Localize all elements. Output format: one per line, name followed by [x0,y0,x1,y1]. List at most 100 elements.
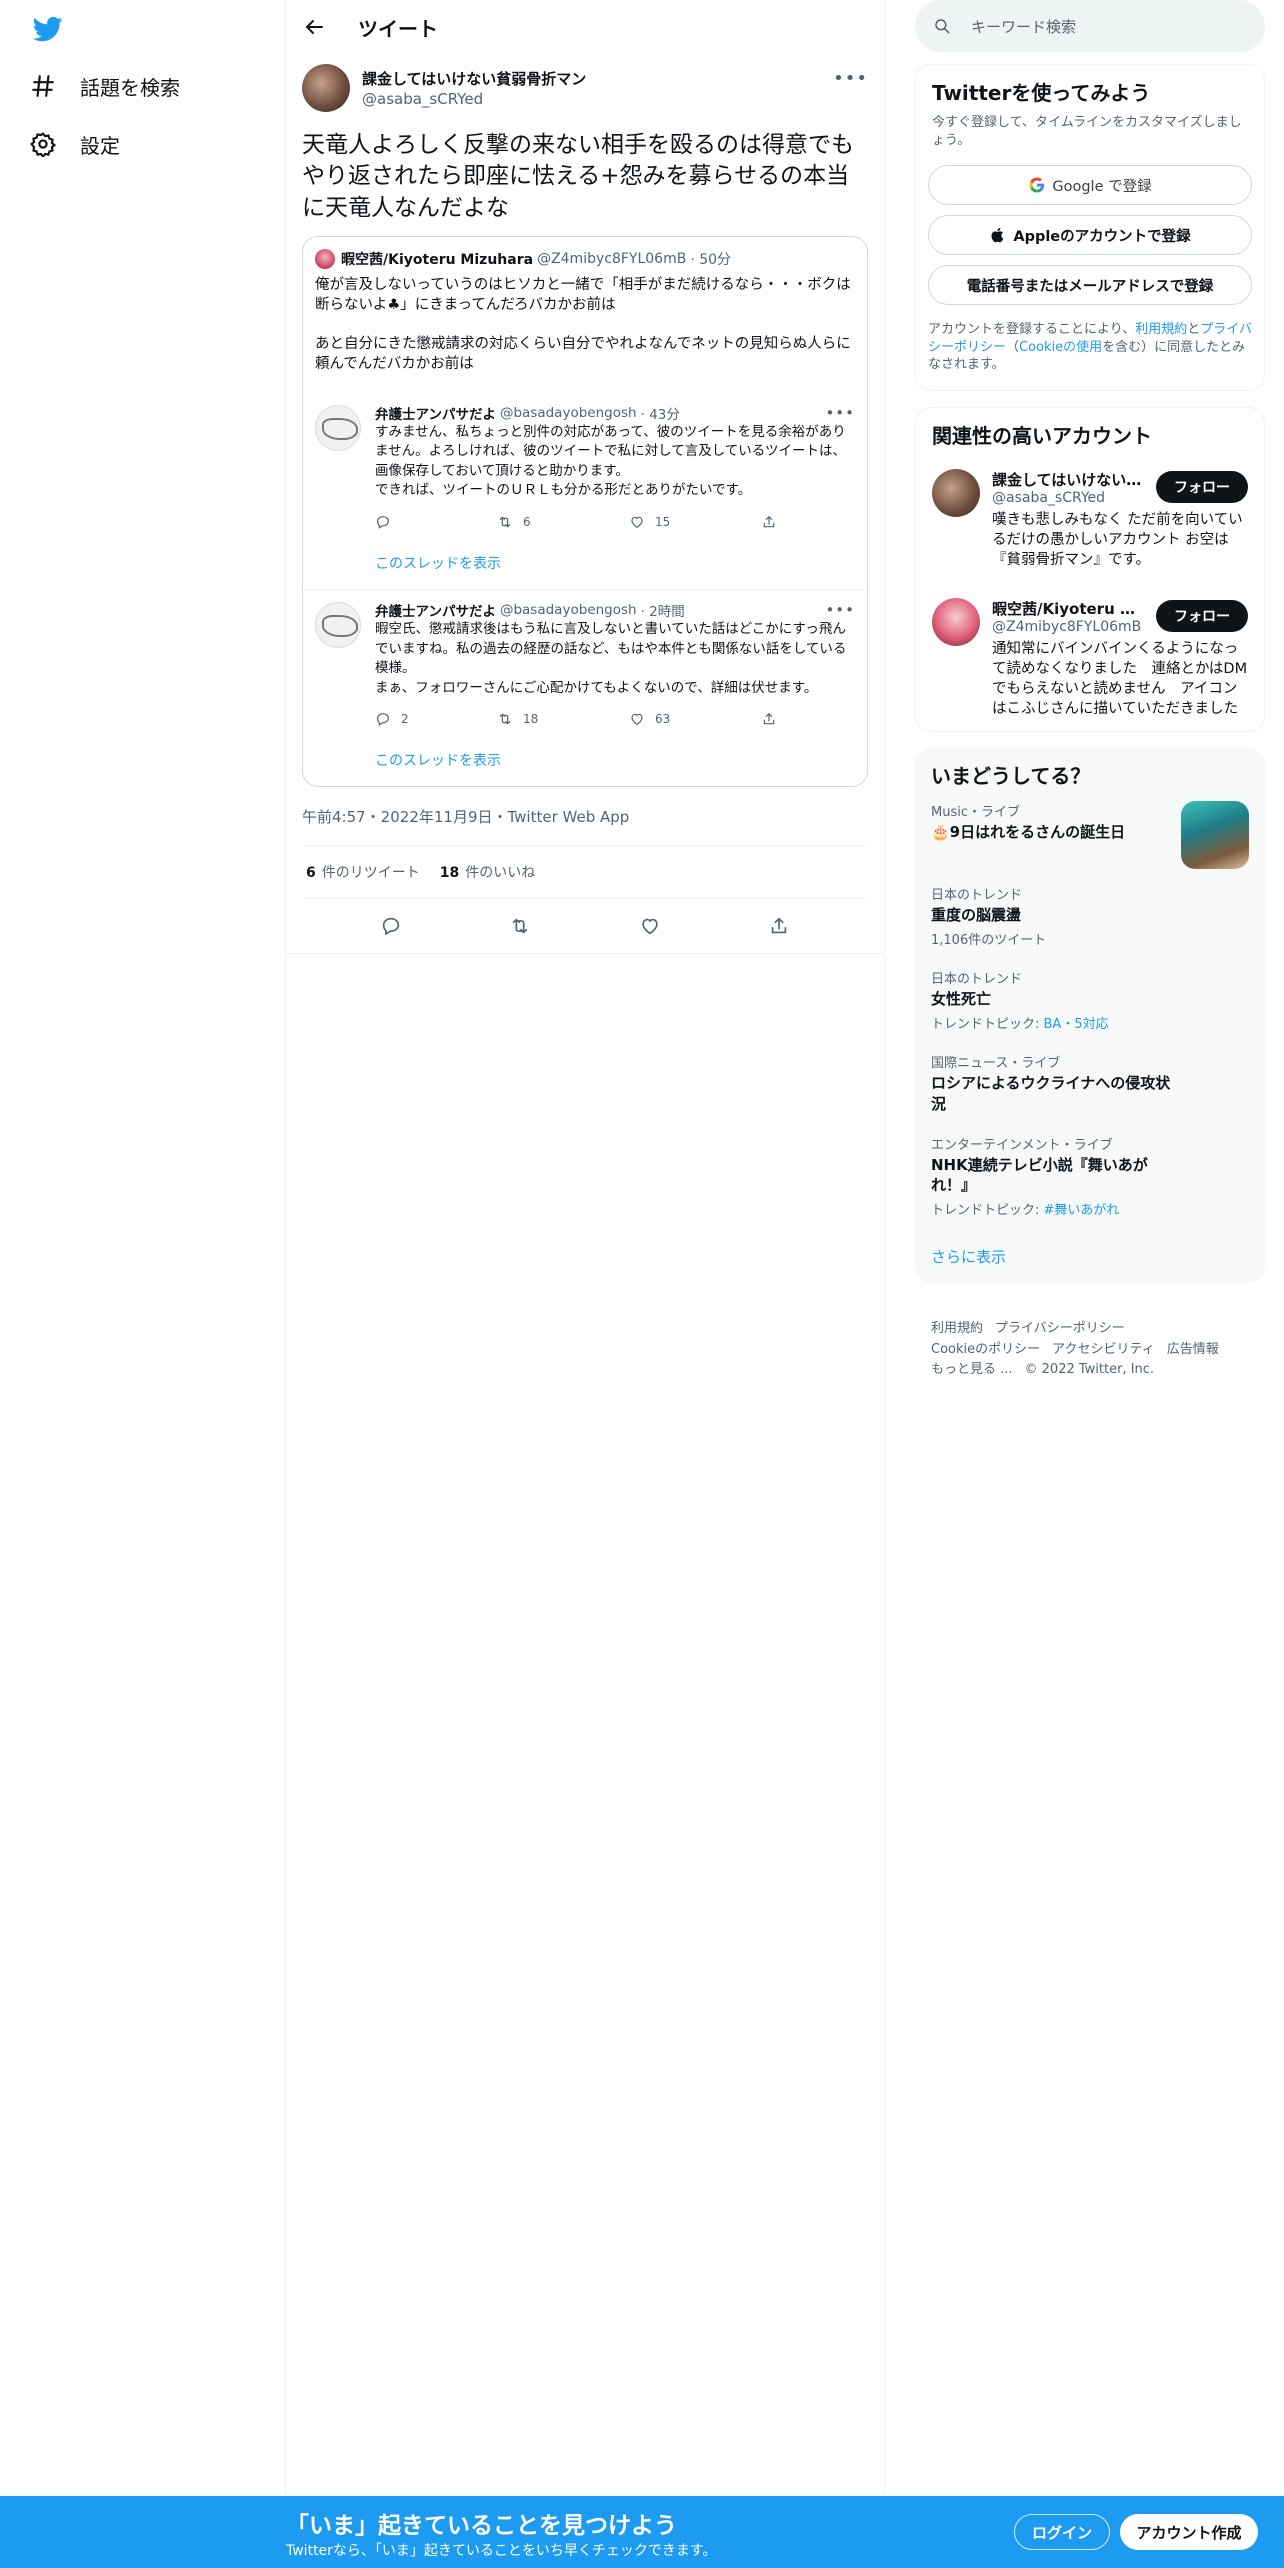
footer-ads-link[interactable]: 広告情報 [1167,1342,1219,1357]
nav-explore[interactable]: 話題を検索 [30,66,180,106]
signup-card: Twitterを使ってみよう 今すぐ登録して、タイムラインをカスタマイズしましょ… [915,64,1265,391]
google-signup-button[interactable]: Google で登録 [928,165,1252,206]
retweet-button[interactable]: 6 [497,514,629,530]
divider [286,953,884,955]
likes-stat[interactable]: 18 件のいいね [440,862,535,882]
reply-count: 2 [401,712,409,727]
footer-privacy-link[interactable]: プライバシーポリシー [995,1321,1125,1336]
tweet-header: 課金してはいけない貧弱骨折マン @asaba_sCRYed ••• [286,64,884,122]
terms-link[interactable]: 利用規約 [1135,322,1187,337]
hashtag-icon [32,75,54,97]
share-button[interactable] [761,711,787,727]
reply-author-name[interactable]: 弁護士アンパサだよ [375,600,496,620]
search-icon [935,19,950,34]
related-account-bio: 嘆きも悲しみもなく ただ前を向いているだけの愚かしいアカウント お空は『貧弱骨折… [992,511,1243,568]
footer-more-link[interactable]: もっと見る ... [931,1362,1013,1377]
search-box[interactable]: キーワード検索 [915,0,1265,52]
like-button[interactable]: 15 [629,514,761,530]
show-thread-link[interactable]: このスレッドを表示 [315,539,855,589]
reply-tweet[interactable]: 弁護士アンパサだよ @basadayobengosh · 2時間 ••• 暇空氏… [303,590,867,786]
trend-item[interactable]: 日本のトレンド 女性死亡 トレンドトピック: BA・5対応 [915,948,1265,1032]
reply-avatar[interactable] [315,404,361,451]
create-account-button[interactable]: アカウント作成 [1120,2514,1258,2550]
footer-cookie-link[interactable]: Cookieのポリシー [931,1342,1040,1357]
tweet-actions [286,899,884,953]
reply-time: · 43分 [640,406,680,423]
related-account-name[interactable]: 課金してはいけない貧弱骨折マン [992,461,1142,490]
reply-button[interactable]: 2 [375,711,497,727]
avatar[interactable] [932,468,980,517]
like-button[interactable]: 63 [629,711,761,727]
quote-author-name: 暇空茜/Kiyoteru Mizuhara [341,251,534,268]
quote-author-handle: @Z4mibyc8FYL06mB [537,250,687,267]
login-button[interactable]: ログイン [1014,2514,1110,2550]
trend-item[interactable]: エンターテインメント・ライブ NHK連続テレビ小説『舞いあがれ！』 トレンドトピ… [915,1114,1265,1219]
share-button[interactable] [761,514,787,530]
reply-icon[interactable] [380,915,402,937]
follow-button[interactable]: フォロー [1156,599,1248,632]
footer: 利用規約 プライバシーポリシー Cookieのポリシー アクセシビリティ 広告情報 も… [915,1283,1265,1379]
trend-item[interactable]: 日本のトレンド 重度の脳震盪 1,106件のツイート [915,864,1265,948]
trend-title: ロシアによるウクライナへの侵攻状況 [931,1074,1171,1113]
avatar[interactable] [932,597,980,646]
search-input[interactable]: キーワード検索 [971,16,1076,37]
back-arrow-icon[interactable] [302,15,326,39]
show-thread-link[interactable]: このスレッドを表示 [315,736,855,786]
like-icon[interactable] [639,915,661,937]
related-account[interactable]: 課金してはいけない貧弱骨折マン @asaba_sCRYed 嘆きも悲しみもなく … [916,449,1264,570]
retweet-button[interactable]: 18 [497,711,629,727]
quoted-tweet[interactable]: 暇空茜/Kiyoteru Mizuhara @Z4mibyc8FYL06mB ·… [302,235,868,788]
left-nav: 話題を検索 設定 [0,0,285,2496]
trend-topic-link[interactable]: BA・5対応 [1044,1017,1109,1032]
follow-button[interactable]: フォロー [1156,470,1248,503]
author-name[interactable]: 課金してはいけない貧弱骨折マン [362,68,586,89]
reply-tweet[interactable]: 弁護士アンパサだよ @basadayobengosh · 43分 ••• すみま… [303,393,867,591]
like-count: 15 [655,515,671,530]
author-avatar[interactable] [302,64,350,112]
reply-author-name[interactable]: 弁護士アンパサだよ [375,403,496,423]
trend-topic-label: トレンドトピック: [931,1017,1044,1033]
apple-signup-button[interactable]: Appleのアカウントで登録 [928,215,1252,256]
terms-text: と [1187,322,1201,338]
share-icon [763,515,775,528]
phone-email-signup-label: 電話番号またはメールアドレスで登録 [966,278,1214,295]
tweet-timestamp[interactable]: 午前4:57・2022年11月9日・Twitter Web App [286,787,884,845]
trend-topic-label: トレンドトピック: [931,1203,1044,1219]
more-options-icon[interactable]: ••• [825,404,855,422]
cookie-link[interactable]: Cookieの使用 [1019,340,1102,355]
apple-signup-label: Appleのアカウントで登録 [1013,228,1191,245]
author-handle[interactable]: @asaba_sCRYed [362,90,483,108]
trends-title: いまどうしてる？ [931,763,1091,788]
retweet-count: 6 [523,515,531,530]
trend-item[interactable]: 国際ニュース・ライブ ロシアによるウクライナへの侵攻状況 [915,1032,1265,1114]
trends-card: いまどうしてる？ Music・ライブ 🎂9日はれをるさんの誕生日 日本のトレンド… [915,747,1265,1284]
reply-text: 暇空氏、懲戒請求後はもう私に言及しないと書いていた話はどこかにすっ飛んでいますね… [375,621,847,696]
nav-settings-label: 設定 [80,133,120,158]
show-more-link[interactable]: さらに表示 [915,1218,1265,1267]
phone-email-signup-button[interactable]: 電話番号またはメールアドレスで登録 [928,265,1252,306]
banner-subtitle: Twitterなら、「いま」起きていることをいち早くチェックできます。 [286,2543,717,2559]
more-options-icon[interactable]: ••• [833,68,868,89]
nav-settings[interactable]: 設定 [30,124,120,164]
like-count: 63 [655,712,671,727]
related-account-name[interactable]: 暇空茜/Kiyoteru Mizuhara [992,590,1142,619]
reply-actions: 6 15 [375,505,855,539]
footer-accessibility-link[interactable]: アクセシビリティ [1052,1342,1155,1357]
trend-category: 日本のトレンド [931,972,1023,988]
reply-button[interactable] [375,514,497,530]
more-options-icon[interactable]: ••• [825,601,855,619]
trend-item[interactable]: Music・ライブ 🎂9日はれをるさんの誕生日 [915,789,1265,869]
signup-title: Twitterを使ってみよう [932,81,1151,105]
retweet-icon[interactable] [509,915,531,937]
twitter-logo-icon[interactable] [30,14,66,44]
related-account[interactable]: 暇空茜/Kiyoteru Mizuhara @Z4mibyc8FYL06mB 通… [916,570,1264,719]
footer-terms-link[interactable]: 利用規約 [931,1321,983,1336]
top-bar: ツイート [286,0,884,54]
reply-avatar[interactable] [315,602,361,649]
retweets-label: 件のリツイート [321,865,420,882]
trend-topic-link[interactable]: #舞いあがれ [1044,1203,1120,1218]
reply-header: 弁護士アンパサだよ @basadayobengosh · 2時間 ••• [375,600,855,620]
retweets-stat[interactable]: 6 件のリツイート [306,862,420,882]
google-signup-label: Google で登録 [1052,178,1152,195]
share-icon[interactable] [768,915,790,937]
